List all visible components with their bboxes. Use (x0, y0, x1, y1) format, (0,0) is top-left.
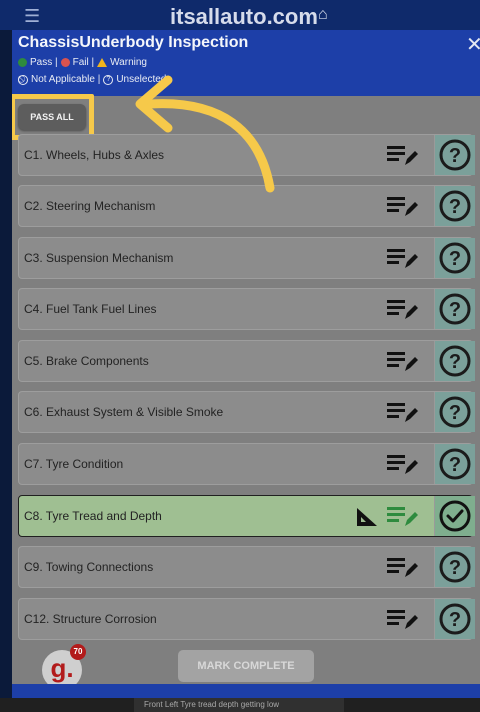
legend-fail: Fail | (72, 57, 95, 68)
modal-footer (12, 684, 480, 698)
warning-icon (97, 58, 108, 67)
notes-edit-icon[interactable] (387, 145, 419, 167)
home-icon[interactable]: ⌂ (318, 6, 328, 24)
inspection-item-label: C5. Brake Components (24, 354, 149, 368)
notes-edit-icon[interactable] (387, 557, 419, 579)
question-circle-icon[interactable]: ? (434, 599, 475, 639)
notes-edit-icon[interactable] (387, 351, 419, 373)
check-circle-icon[interactable] (434, 496, 475, 536)
question-circle-icon[interactable]: ? (434, 392, 475, 432)
not-applicable-icon: ⃠ (18, 74, 28, 85)
notes-edit-icon[interactable] (387, 402, 419, 424)
svg-text:?: ? (449, 402, 461, 424)
question-circle-icon[interactable]: ? (434, 547, 475, 587)
question-circle-icon[interactable]: ? (434, 341, 475, 381)
notes-edit-icon[interactable] (387, 299, 419, 321)
inspection-item[interactable]: C12. Structure Corrosion? (18, 598, 475, 640)
pass-all-button[interactable]: PASS ALL (18, 104, 86, 130)
notes-edit-icon[interactable] (387, 609, 419, 631)
notes-edit-icon[interactable] (387, 506, 419, 528)
inspection-item[interactable]: C6. Exhaust System & Visible Smoke? (18, 391, 475, 433)
question-circle-icon[interactable]: ? (434, 238, 475, 278)
close-icon[interactable]: ✕ (466, 32, 480, 57)
inspection-item-label: C4. Fuel Tank Fuel Lines (24, 302, 157, 316)
svg-text:?: ? (449, 145, 461, 167)
inspection-item-label: C7. Tyre Condition (24, 457, 124, 471)
mark-complete-button[interactable]: MARK COMPLETE (178, 650, 314, 682)
inspection-item-label: C3. Suspension Mechanism (24, 251, 174, 265)
svg-text:?: ? (449, 351, 461, 373)
inspection-item-label: C6. Exhaust System & Visible Smoke (24, 405, 224, 419)
notes-edit-icon[interactable] (387, 454, 419, 476)
fail-icon (60, 58, 70, 67)
notes-edit-icon[interactable] (387, 248, 419, 270)
legend-warning: Warning (110, 57, 147, 68)
modal-title: ChassisUnderbody Inspection (18, 34, 249, 51)
notes-edit-icon[interactable] (387, 196, 419, 218)
legend-row: Pass | Fail | Warning (18, 57, 147, 68)
inspection-item[interactable]: C5. Brake Components? (18, 340, 475, 382)
inspection-item[interactable]: C4. Fuel Tank Fuel Lines? (18, 288, 475, 330)
inspection-item[interactable]: C9. Towing Connections? (18, 546, 475, 588)
app-topbar: ☰ itsallauto.com ⌂ (0, 0, 480, 30)
bottom-note: Front Left Tyre tread depth getting low (134, 698, 344, 712)
inspection-item[interactable]: C3. Suspension Mechanism? (18, 237, 475, 279)
inspection-item-label: C2. Steering Mechanism (24, 199, 156, 213)
svg-text:?: ? (449, 609, 461, 631)
question-circle-icon[interactable]: ? (434, 444, 475, 484)
inspection-item[interactable]: C8. Tyre Tread and Depth (18, 495, 475, 537)
legend-not-applicable: Not Applicable | (31, 74, 101, 85)
svg-text:?: ? (449, 299, 461, 321)
svg-text:?: ? (449, 557, 461, 579)
inspection-item-label: C12. Structure Corrosion (24, 612, 157, 626)
svg-text:?: ? (449, 454, 461, 476)
inspection-item[interactable]: C7. Tyre Condition? (18, 443, 475, 485)
inspection-item-label: C8. Tyre Tread and Depth (24, 509, 162, 523)
brand-title: itsallauto.com (170, 4, 318, 29)
question-circle-icon[interactable]: ? (434, 289, 475, 329)
question-circle-icon[interactable]: ? (434, 186, 475, 226)
svg-text:?: ? (449, 196, 461, 218)
badge-letter: g. (50, 653, 74, 683)
measure-ruler-icon[interactable] (355, 506, 379, 533)
menu-icon[interactable]: ☰ (24, 6, 40, 27)
inspection-item-label: C9. Towing Connections (24, 560, 154, 574)
question-circle-icon[interactable]: ? (434, 135, 475, 175)
svg-text:?: ? (449, 248, 461, 270)
pass-icon (18, 58, 27, 67)
badge-count: 70 (70, 644, 86, 660)
legend-pass: Pass | (30, 57, 58, 68)
pointer-arrow-icon (135, 75, 275, 193)
